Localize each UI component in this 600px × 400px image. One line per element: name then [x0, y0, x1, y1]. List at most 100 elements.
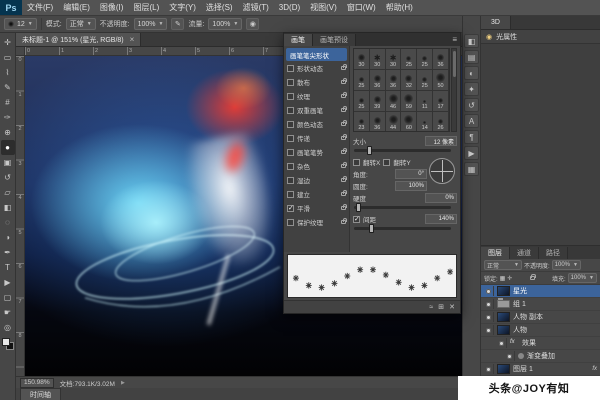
menu-item[interactable]: 3D(D): [274, 3, 305, 12]
eraser-tool[interactable]: ▱: [1, 185, 15, 200]
brush-preset[interactable]: 36: [433, 49, 449, 70]
dodge-tool[interactable]: ◑: [1, 230, 15, 245]
layers-panel-tab[interactable]: 路径: [539, 247, 568, 259]
brush-preset[interactable]: 60: [401, 112, 417, 132]
brush-option-row[interactable]: 建立: [284, 187, 349, 201]
效果[interactable]: 效果 fx: [481, 337, 600, 350]
lock-transparency-icon[interactable]: ▦: [500, 275, 506, 282]
mode-select[interactable]: 正常 ▼: [66, 18, 96, 30]
menu-item[interactable]: 视图(V): [305, 2, 342, 13]
brush-panel-tab[interactable]: 画笔预设: [313, 34, 356, 46]
menu-item[interactable]: 图像(I): [95, 2, 129, 13]
menu-item[interactable]: 滤镜(T): [238, 2, 274, 13]
brush-preset[interactable]: 50: [433, 70, 449, 91]
brush-option-row[interactable]: 颜色动态: [284, 117, 349, 131]
brush-preset[interactable]: 44: [386, 112, 402, 132]
styles-panel-icon[interactable]: ✦: [464, 82, 479, 96]
menu-item[interactable]: 文字(Y): [164, 2, 201, 13]
flip-y-checkbox[interactable]: [383, 159, 390, 166]
flip-x-checkbox[interactable]: [353, 159, 360, 166]
brush-preset[interactable]: 25: [417, 70, 433, 91]
layer-opacity-input[interactable]: 100% ▼: [552, 260, 581, 270]
brush-preset[interactable]: 11: [417, 91, 433, 112]
checkbox[interactable]: [287, 149, 294, 156]
delete-brush-icon[interactable]: ✕: [449, 303, 455, 311]
渐变叠加[interactable]: 渐变叠加 fx: [481, 350, 600, 363]
menu-item[interactable]: 编辑(E): [58, 2, 95, 13]
brush-preset[interactable]: 59: [401, 91, 417, 112]
brush-preset[interactable]: 25: [354, 70, 370, 91]
visibility-eye-icon[interactable]: [484, 286, 494, 296]
visibility-eye-icon[interactable]: [505, 351, 515, 361]
flow-select[interactable]: 100% ▼: [208, 18, 242, 30]
opacity-select[interactable]: 100% ▼: [134, 18, 168, 30]
slider-knob[interactable]: [367, 146, 372, 155]
actions-panel-icon[interactable]: ▶: [464, 146, 479, 160]
checkbox[interactable]: [287, 121, 294, 128]
brush-preset[interactable]: 14: [417, 112, 433, 132]
tab-3d[interactable]: 3D: [481, 16, 511, 29]
angle-input[interactable]: 0°: [395, 169, 427, 179]
move-tool[interactable]: ✛: [1, 35, 15, 50]
图层 1[interactable]: 图层 1 fx: [481, 363, 600, 376]
slider-knob[interactable]: [356, 203, 361, 212]
brush-option-row[interactable]: 散布: [284, 75, 349, 89]
gradient-tool[interactable]: ◧: [1, 200, 15, 215]
panel-menu-icon[interactable]: ≡: [452, 35, 457, 44]
spacing-slider[interactable]: [354, 227, 451, 230]
document-tab[interactable]: 未标题-1 @ 151% (星光, RGB/8) ×: [16, 33, 141, 46]
visibility-eye-icon[interactable]: [484, 299, 494, 309]
hardness-input[interactable]: 0%: [425, 193, 457, 203]
brush-tool[interactable]: ●: [1, 140, 15, 155]
brush-stroke-toggle-icon[interactable]: ≈: [429, 304, 433, 311]
checkbox[interactable]: [287, 205, 294, 212]
组 1[interactable]: 组 1 fx: [481, 298, 600, 311]
checkbox[interactable]: [287, 219, 294, 226]
status-arrow-icon[interactable]: ▶: [121, 380, 125, 386]
人物 副本[interactable]: 人物 副本 fx: [481, 311, 600, 324]
tab-timeline[interactable]: 时间轴: [20, 388, 61, 400]
brush-preset[interactable]: 39: [370, 91, 386, 112]
brush-preset[interactable]: 30: [386, 49, 402, 70]
brush-preset[interactable]: 26: [433, 112, 449, 132]
size-slider[interactable]: [354, 149, 451, 152]
history-brush-tool[interactable]: ↺: [1, 170, 15, 185]
brush-panel-tab[interactable]: 画笔: [284, 34, 313, 46]
blend-mode-select[interactable]: 正常 ▼: [484, 260, 522, 270]
visibility-eye-icon[interactable]: [497, 338, 507, 348]
brush-option-row[interactable]: 湿边: [284, 173, 349, 187]
history-panel-icon[interactable]: ↺: [464, 98, 479, 112]
healing-brush-tool[interactable]: ⊕: [1, 125, 15, 140]
checkbox[interactable]: [287, 177, 294, 184]
brush-preset[interactable]: 23: [354, 112, 370, 132]
info-panel-icon[interactable]: ▦: [464, 162, 479, 176]
roundness-input[interactable]: 100%: [395, 181, 427, 191]
character-panel-icon[interactable]: A: [464, 114, 479, 128]
menu-item[interactable]: 文件(F): [22, 2, 58, 13]
visibility-eye-icon[interactable]: [484, 364, 494, 374]
paragraph-panel-icon[interactable]: ¶: [464, 130, 479, 144]
visibility-eye-icon[interactable]: [484, 325, 494, 335]
color-swatches[interactable]: [2, 338, 14, 350]
brush-preset[interactable]: 32: [401, 70, 417, 91]
shape-tool[interactable]: ▢: [1, 290, 15, 305]
brush-preset[interactable]: 30: [370, 49, 386, 70]
close-icon[interactable]: ×: [130, 35, 135, 44]
brush-option-row[interactable]: 双重画笔: [284, 103, 349, 117]
brush-option-row[interactable]: 保护纹理: [284, 215, 349, 229]
layer-fill-input[interactable]: 100% ▼: [568, 273, 597, 283]
spacing-input[interactable]: 140%: [425, 214, 457, 224]
airbrush-icon[interactable]: ◉: [246, 18, 259, 30]
brush-preset[interactable]: 30: [354, 49, 370, 70]
new-brush-icon[interactable]: ⊞: [438, 303, 444, 311]
checkbox[interactable]: [287, 79, 294, 86]
scrollbar[interactable]: [451, 48, 457, 132]
checkbox[interactable]: [287, 107, 294, 114]
brush-option-row[interactable]: 传递: [284, 131, 349, 145]
checkbox[interactable]: [287, 191, 294, 198]
menu-item[interactable]: 图层(L): [128, 2, 164, 13]
color-panel-icon[interactable]: ◧: [464, 34, 479, 48]
brush-preset[interactable]: 36: [370, 70, 386, 91]
brush-option-row[interactable]: 画笔笔势: [284, 145, 349, 159]
checkbox[interactable]: [287, 163, 294, 170]
